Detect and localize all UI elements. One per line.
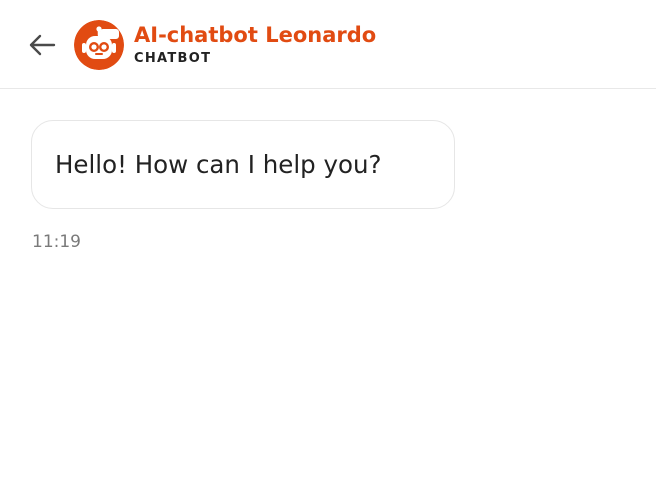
chatbot-subtitle: CHATBOT [134,51,212,66]
bot-message-bubble: Hello! How can I help you? [31,120,455,209]
arrow-left-icon [29,34,56,56]
message-timestamp: 11:19 [32,232,81,252]
chat-window: AI-chatbot Leonardo CHATBOT Hello! How c… [0,0,656,480]
back-button[interactable] [24,28,60,62]
chatbot-title: AI-chatbot Leonardo [134,23,377,47]
robot-icon [74,20,124,70]
message-text: Hello! How can I help you? [55,149,382,179]
chat-header: AI-chatbot Leonardo CHATBOT [0,0,656,89]
avatar [74,20,124,70]
